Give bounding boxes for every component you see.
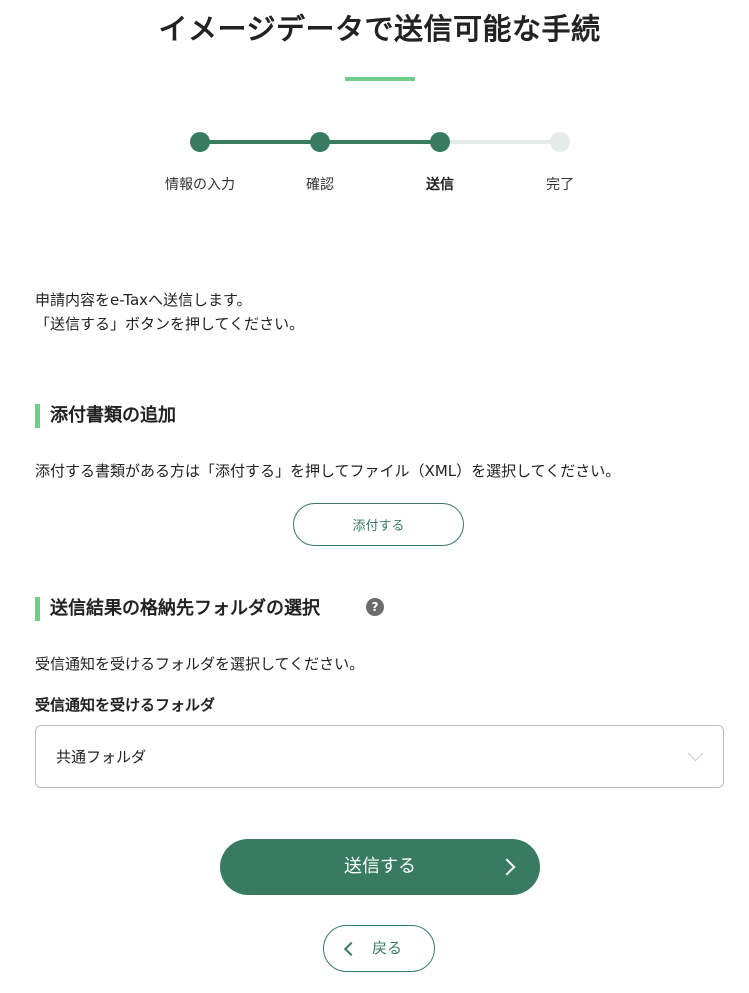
progress-stepper: 情報の入力 確認 送信 完了 [0, 0, 749, 200]
attach-button[interactable]: 添付する [293, 503, 464, 546]
help-icon[interactable]: ? [366, 598, 384, 616]
folder-heading: 送信結果の格納先フォルダの選択 [35, 597, 320, 621]
back-button[interactable]: 戻る [323, 925, 435, 972]
attachment-heading: 添付書類の追加 [35, 404, 176, 428]
step-dot-send [430, 132, 450, 152]
attach-button-label: 添付する [352, 519, 405, 534]
folder-select-value: 共通フォルダ [56, 748, 147, 766]
folder-field-label: 受信通知を受けるフォルダ [35, 696, 216, 714]
intro-line-2: 「送信する」ボタンを押してください。 [35, 315, 305, 333]
step-connector-2 [320, 140, 440, 144]
step-connector-3 [440, 140, 560, 144]
step-label-input: 情報の入力 [165, 177, 235, 193]
intro-text: 申請内容をe-Taxへ送信します。 「送信する」ボタンを押してください。 [35, 288, 304, 336]
step-label-confirm: 確認 [306, 177, 334, 193]
submit-button[interactable]: 送信する [220, 839, 540, 895]
folder-select[interactable]: 共通フォルダ [35, 725, 724, 788]
step-dot-input [190, 132, 210, 152]
step-label-complete: 完了 [546, 177, 574, 193]
step-connector-1 [200, 140, 320, 144]
chevron-left-icon [343, 941, 359, 957]
back-button-label: 戻る [372, 939, 403, 957]
chevron-down-icon [687, 745, 704, 762]
submit-button-label: 送信する [344, 856, 416, 877]
step-dot-confirm [310, 132, 330, 152]
intro-line-1: 申請内容をe-Taxへ送信します。 [35, 291, 252, 309]
folder-description: 受信通知を受けるフォルダを選択してください。 [35, 655, 365, 673]
step-label-send: 送信 [426, 177, 454, 193]
attachment-description: 添付する書類がある方は「添付する」を押してファイル（XML）を選択してください。 [35, 462, 621, 480]
step-dot-complete [550, 132, 570, 152]
